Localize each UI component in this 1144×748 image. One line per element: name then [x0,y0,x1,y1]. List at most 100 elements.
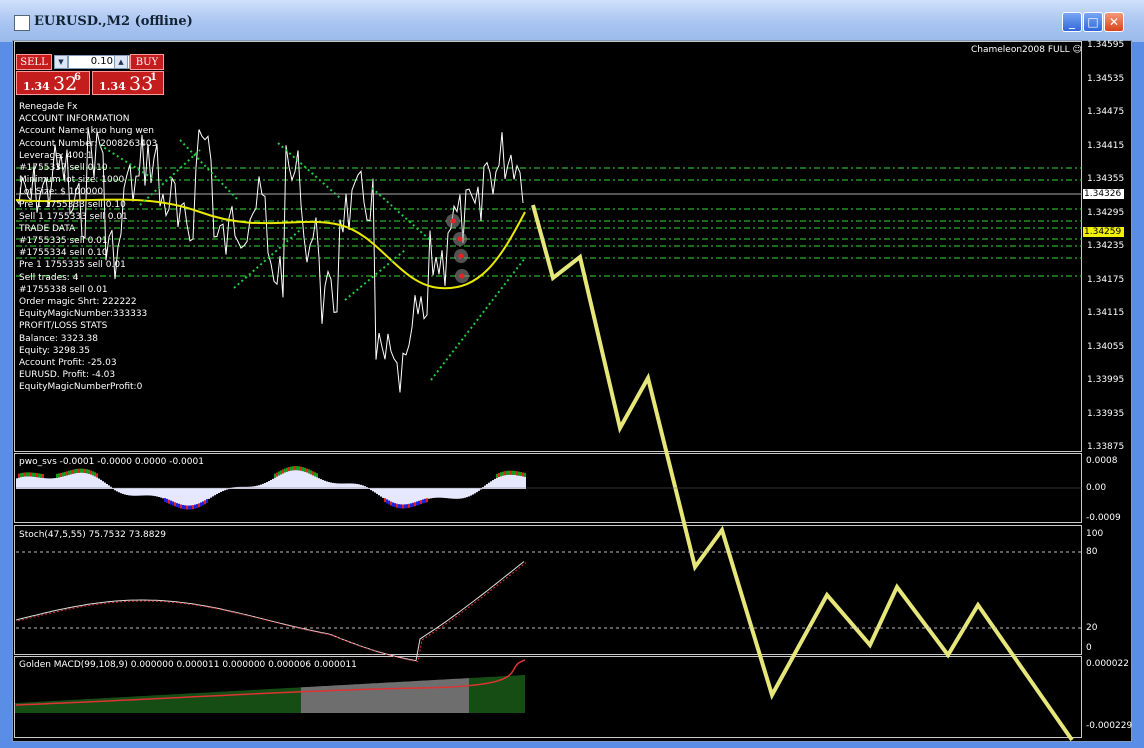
buy-price[interactable]: 1.34 33 1 [92,71,164,95]
pwo-bar [370,488,372,491]
price-axis-label: 1.34175 [1087,274,1125,285]
pwo-bar [108,485,110,489]
pwo-bar [66,475,68,489]
pwo-bar [300,470,302,489]
pwo-bar [376,488,378,494]
pwo-axis-mid: 0.00 [1086,483,1107,493]
pwo-bar [388,488,390,502]
stoch-main-line [15,561,525,662]
lot-increase-icon[interactable]: ▲ [114,55,128,69]
pwo-bar-accent [58,473,60,478]
pwo-bar [282,473,284,489]
info-line: Renegade Fx [19,102,78,112]
pwo-bar [374,488,376,493]
price-axis-label: 1.34235 [1087,241,1125,251]
pwo-bar [320,479,322,489]
pwo-bar-accent [180,504,182,509]
pwo-bar-accent [296,466,298,471]
pwo-bar-accent [292,466,294,471]
pwo-bar [522,476,524,489]
pwo-bar-accent [80,468,82,473]
pwo-bar-accent [60,472,62,477]
pwo-bar [18,477,20,489]
info-line: Minimum lot size: 1000 [19,175,125,186]
pwo-bar [180,488,182,506]
pwo-bar-accent [200,502,202,507]
pwo-bar-accent [40,473,42,478]
buy-button[interactable]: BUY [130,54,164,70]
pwo-bar [316,477,318,489]
pwo-bar [162,488,164,499]
pwo-bar [258,485,260,489]
pwo-bar-accent [394,503,396,508]
pwo-bar [38,477,40,489]
pwo-bar [306,472,308,489]
pwo-bar-accent [286,467,288,472]
pwo-bar [30,476,32,489]
pwo-bar [140,488,142,496]
pwo-bar [184,488,186,507]
pwo-bar-accent [82,468,84,473]
pwo-bar-accent [506,470,508,475]
pwo-bar [92,475,94,489]
pwo-bar [168,488,170,501]
pwo-bar-accent [28,472,30,477]
pwo-bar-accent [522,472,524,477]
pwo-bar-accent [18,473,20,478]
pwo-bar [158,488,160,498]
pwo-bar [260,484,262,489]
pwo-bar-accent [78,468,80,473]
pwo-bar-accent [30,472,32,477]
pwo-bar [256,485,258,489]
pwo-bar-accent [314,472,316,477]
pwo-bar [270,479,272,489]
pwo-bar [218,488,220,493]
pwo-bar [142,488,144,496]
pwo-bar-accent [412,502,414,507]
pwo-bar [484,485,486,489]
pwo-bar [436,488,438,498]
pwo-bar-accent [524,472,526,477]
pwo-bar [372,488,374,492]
pwo-bar [462,488,464,499]
pwo-bar [26,476,28,489]
pwo-bar [52,478,54,489]
pwo-bar-accent [278,471,280,476]
pwo-bar [404,488,406,506]
pwo-bar [298,470,300,489]
pwo-bar-accent [24,472,26,477]
pwo-bar [292,470,294,489]
pwo-bar-accent [308,469,310,474]
pwo-bar [422,488,424,501]
pwo-bar-accent [170,500,172,505]
pwo-bar-accent [384,498,386,503]
pwo-bar-accent [408,503,410,508]
pwo-bar [426,488,428,500]
pwo-bar [192,488,194,507]
pwo-bar [506,474,508,489]
pwo-bar-accent [70,470,72,475]
pwo-bar [72,473,74,489]
pwo-bar [48,478,50,489]
pwo-bar-accent [508,470,510,475]
pwo-bar [280,474,282,489]
info-line: EquityMagicNumberProfit:0 [19,382,143,393]
pwo-bar-accent [92,471,94,476]
pwo-bar [214,488,216,496]
pwo-bar [470,488,472,496]
pwo-bar [98,478,100,489]
sell-price[interactable]: 1.34 32 6 [16,71,90,95]
pwo-bar [474,488,476,494]
pwo-bar-accent [96,473,98,478]
pwo-bar [116,488,118,492]
pwo-bar [106,484,108,489]
pwo-bar [194,488,196,506]
pwo-bar [284,472,286,489]
pwo-bar-accent [88,469,90,474]
pwo-bar-accent [72,469,74,474]
info-line: #1755334 sell 0.10 [19,248,108,259]
lot-decrease-icon[interactable]: ▼ [54,55,68,69]
pwo-bar [50,478,52,489]
info-line: Equity: 3298.35 [19,345,90,356]
sell-button[interactable]: SELL [16,54,52,70]
